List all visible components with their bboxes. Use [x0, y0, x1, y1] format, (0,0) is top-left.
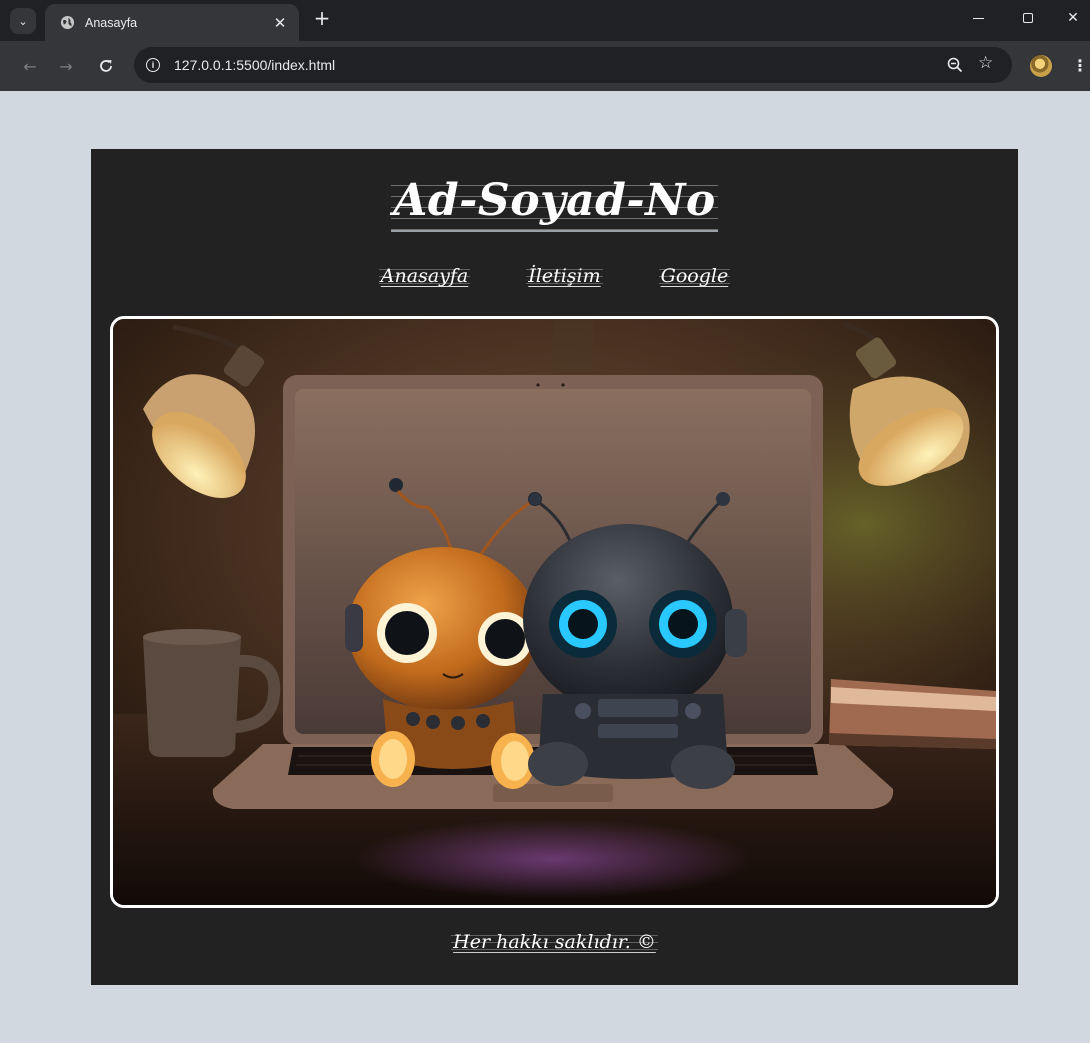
hero-image — [110, 316, 999, 908]
close-tab-icon[interactable]: ✕ — [271, 14, 289, 32]
close-window-button[interactable]: ✕ — [1050, 0, 1090, 36]
page-viewport: Ad-Soyad-No Anasayfa İletişim Google Her… — [0, 91, 1090, 1043]
back-arrow-icon[interactable]: ← — [18, 54, 42, 78]
site-info-icon[interactable]: i — [146, 58, 160, 72]
content-card: Ad-Soyad-No Anasayfa İletişim Google Her… — [91, 149, 1018, 985]
address-bar[interactable]: i 127.0.0.1:5500/index.html ☆ — [134, 47, 1012, 83]
nav-link-iletisim[interactable]: İletişim — [526, 263, 603, 289]
more-menu-icon[interactable]: ⋮ — [1072, 55, 1088, 77]
tab-search-chevron-down-icon[interactable]: ⌄ — [10, 8, 36, 34]
reload-icon[interactable] — [94, 54, 118, 78]
bookmark-star-icon[interactable]: ☆ — [978, 53, 993, 73]
zoom-out-icon[interactable] — [946, 56, 964, 74]
footer: Her hakkı saklıdır. © — [91, 929, 1018, 955]
page-title-text: Ad-Soyad-No — [391, 175, 718, 232]
nav-link-anasayfa[interactable]: Anasayfa — [378, 263, 471, 289]
maximize-window-button[interactable] — [1005, 0, 1051, 36]
globe-icon — [59, 15, 75, 31]
url-text[interactable]: 127.0.0.1:5500/index.html — [174, 57, 335, 73]
browser-tab-strip: ⌄ Anasayfa ✕ + ✕ — [0, 0, 1090, 41]
profile-avatar[interactable] — [1030, 55, 1052, 77]
copyright-text: Her hakkı saklıdır. © — [451, 929, 658, 955]
tab-title: Anasayfa — [85, 15, 138, 30]
browser-toolbar: ← → i 127.0.0.1:5500/index.html ☆ ⋮ — [0, 41, 1090, 91]
page-title: Ad-Soyad-No — [91, 175, 1018, 232]
browser-tab[interactable]: Anasayfa ✕ — [45, 4, 299, 41]
new-tab-plus-icon[interactable]: + — [310, 7, 334, 31]
minimize-window-button[interactable] — [955, 0, 1001, 36]
main-nav: Anasayfa İletişim Google — [91, 263, 1018, 289]
forward-arrow-icon[interactable]: → — [54, 54, 78, 78]
nav-link-google[interactable]: Google — [658, 263, 731, 289]
